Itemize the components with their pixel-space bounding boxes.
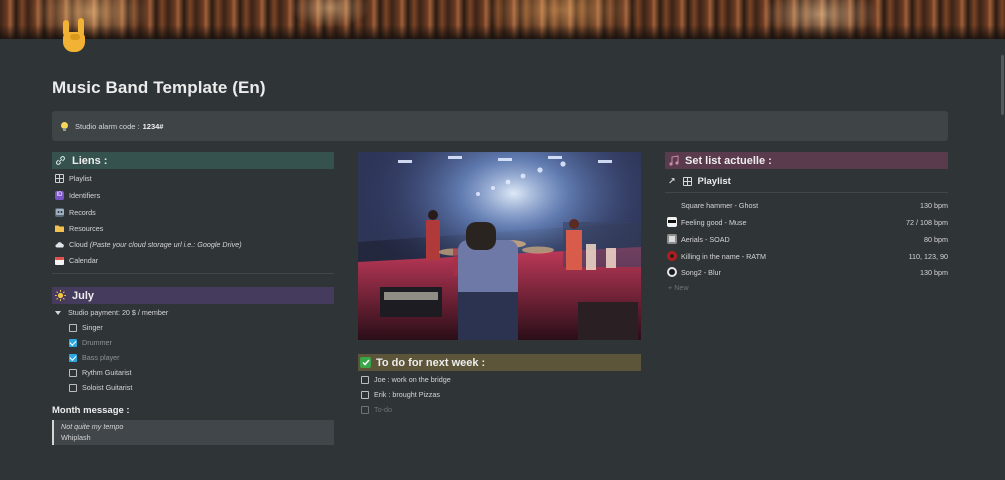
song-bpm: 130 bpm bbox=[920, 200, 948, 210]
checklist-label: Rythm Guitarist bbox=[82, 368, 132, 377]
todo-label: To-do bbox=[374, 405, 392, 414]
checkbox[interactable] bbox=[69, 383, 77, 392]
divider bbox=[665, 192, 948, 193]
link-cloud[interactable]: Cloud (Paste your cloud storage url i.e.… bbox=[55, 238, 242, 250]
music-note-icon bbox=[667, 154, 680, 167]
checkbox[interactable] bbox=[361, 390, 369, 399]
liens-heading: Liens : bbox=[52, 152, 334, 169]
link-calendar[interactable]: Calendar bbox=[55, 254, 98, 266]
cloud-icon bbox=[55, 240, 64, 249]
setlist-heading: Set list actuelle : bbox=[665, 152, 948, 169]
link-label: Records bbox=[69, 207, 96, 217]
song-title: Square hammer - Ghost bbox=[681, 200, 759, 210]
table-icon bbox=[682, 176, 692, 186]
playlist-row[interactable]: Feeling good - Muse 72 / 108 bpm bbox=[667, 216, 948, 228]
song-bpm: 110, 123, 90 bbox=[908, 251, 948, 261]
page-title: Music Band Template (En) bbox=[52, 78, 266, 97]
playlist-row[interactable]: Square hammer - Ghost 130 bpm bbox=[667, 199, 948, 211]
checklist-label: Soloist Guitarist bbox=[82, 383, 133, 392]
callout-value: 1234# bbox=[142, 121, 164, 131]
todo-label: Erik : brought Pizzas bbox=[374, 390, 440, 399]
todo-item[interactable]: Joe : work on the bridge bbox=[361, 374, 451, 385]
sign-of-horns-icon[interactable] bbox=[57, 18, 89, 58]
new-row-button[interactable]: + New bbox=[668, 283, 689, 292]
database-title-text: Playlist bbox=[697, 175, 731, 187]
link-label: Playlist bbox=[69, 173, 92, 183]
playlist-database-title[interactable]: ↗ Playlist bbox=[668, 174, 731, 188]
lightbulb-icon bbox=[61, 121, 68, 131]
song-bpm: 80 bpm bbox=[924, 234, 948, 244]
triangle-down-icon[interactable] bbox=[55, 310, 61, 315]
link-arrow-icon: ↗ bbox=[668, 175, 676, 186]
liens-heading-text: Liens : bbox=[72, 154, 108, 167]
checklist-item-rythm-guitarist[interactable]: Rythm Guitarist bbox=[69, 367, 132, 378]
song-title: Killing in the name - RATM bbox=[681, 251, 766, 261]
blank-icon bbox=[667, 200, 677, 210]
ratm-album-icon bbox=[667, 251, 677, 261]
cassette-icon bbox=[55, 207, 64, 217]
cover-image bbox=[0, 0, 1005, 39]
setlist-heading-text: Set list actuelle : bbox=[685, 154, 772, 167]
song-title: Aerials - SOAD bbox=[681, 234, 730, 244]
table-icon bbox=[55, 173, 64, 183]
todo-heading-text: To do for next week : bbox=[376, 356, 486, 369]
song-title: Song2 - Blur bbox=[681, 267, 721, 277]
checklist-item-singer[interactable]: Singer bbox=[69, 322, 103, 333]
playlist-row[interactable]: Song2 - Blur 130 bpm bbox=[667, 266, 948, 278]
callout-label: Studio alarm code : bbox=[75, 121, 140, 131]
concert-stage-photo bbox=[358, 152, 641, 340]
checkbox[interactable] bbox=[361, 405, 369, 414]
todo-heading: To do for next week : bbox=[358, 354, 641, 371]
checkbox[interactable] bbox=[69, 338, 77, 347]
link-playlist[interactable]: Playlist bbox=[55, 172, 92, 184]
todo-label: Joe : work on the bridge bbox=[374, 375, 451, 384]
playlist-row[interactable]: Killing in the name - RATM 110, 123, 90 bbox=[667, 250, 948, 262]
soad-album-icon bbox=[667, 234, 677, 244]
blur-album-icon bbox=[667, 267, 677, 277]
checklist-item-bass-player[interactable]: Bass player bbox=[69, 352, 120, 363]
link-records[interactable]: Records bbox=[55, 206, 96, 218]
checklist-item-drummer[interactable]: Drummer bbox=[69, 337, 112, 348]
checkbox[interactable] bbox=[69, 368, 77, 377]
folder-icon bbox=[55, 224, 64, 233]
alarm-code-callout: Studio alarm code : 1234# bbox=[52, 111, 948, 141]
song-bpm: 130 bpm bbox=[920, 267, 948, 277]
song-title: Feeling good - Muse bbox=[681, 217, 747, 227]
todo-placeholder[interactable]: To-do bbox=[361, 404, 392, 415]
checklist-label: Drummer bbox=[82, 338, 112, 347]
studio-payment-toggle[interactable]: Studio payment: 20 $ / member bbox=[55, 307, 168, 318]
todo-item[interactable]: Erik : brought Pizzas bbox=[361, 389, 440, 400]
calendar-icon bbox=[55, 256, 64, 265]
link-label: Calendar bbox=[69, 255, 99, 265]
link-icon bbox=[54, 154, 67, 167]
sun-icon bbox=[54, 289, 67, 302]
checklist-label: Singer bbox=[82, 323, 103, 332]
scrollbar[interactable] bbox=[1001, 55, 1004, 115]
july-heading: July bbox=[52, 287, 334, 304]
toggle-label: Studio payment: 20 $ / member bbox=[68, 308, 169, 317]
check-mark-icon bbox=[360, 357, 371, 368]
muse-album-icon bbox=[667, 217, 677, 227]
checkbox[interactable] bbox=[361, 375, 369, 384]
divider bbox=[52, 273, 334, 274]
quote-line: Not quite my tempo bbox=[61, 422, 124, 431]
link-label: Identifiers bbox=[69, 190, 101, 200]
playlist-row[interactable]: Aerials - SOAD 80 bpm bbox=[667, 233, 948, 245]
link-label: Resources bbox=[69, 223, 104, 233]
id-icon: ID bbox=[55, 190, 64, 200]
quote-line: Whiplash bbox=[61, 432, 91, 442]
link-identifiers[interactable]: ID Identifiers bbox=[55, 189, 100, 201]
song-bpm: 72 / 108 bpm bbox=[906, 217, 948, 227]
link-note: (Paste your cloud storage url i.e.: Goog… bbox=[89, 239, 242, 249]
link-resources[interactable]: Resources bbox=[55, 222, 103, 234]
month-message-heading: Month message : bbox=[52, 405, 130, 416]
checklist-label: Bass player bbox=[82, 353, 120, 362]
link-label: Cloud bbox=[69, 239, 88, 249]
month-message-quote: Not quite my tempo Whiplash bbox=[52, 420, 334, 445]
july-heading-text: July bbox=[72, 289, 95, 302]
checklist-item-soloist-guitarist[interactable]: Soloist Guitarist bbox=[69, 382, 132, 393]
checkbox[interactable] bbox=[69, 353, 77, 362]
checkbox[interactable] bbox=[69, 323, 77, 332]
